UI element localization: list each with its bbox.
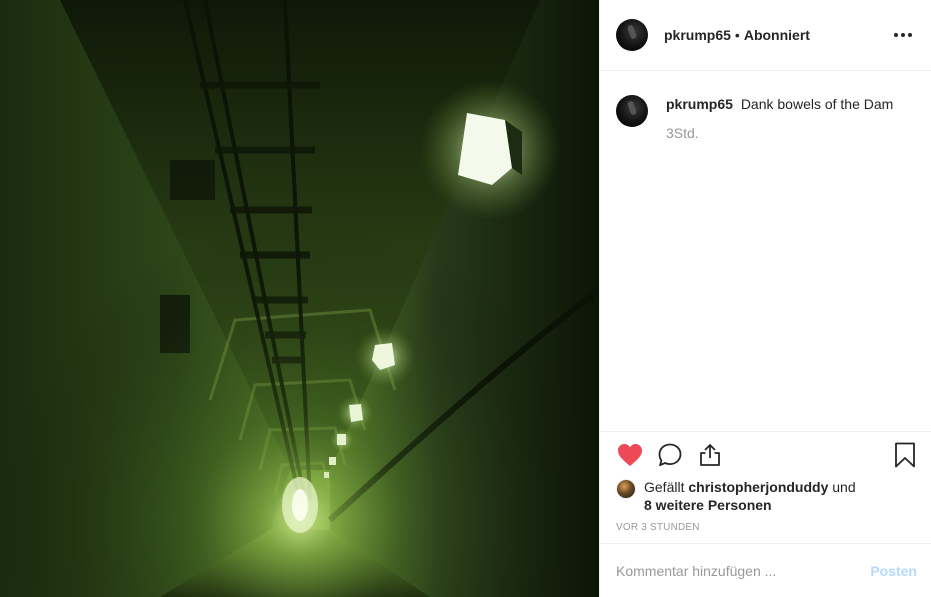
bookmark-icon[interactable] [891,441,919,469]
actions-section: Gefällt christopherjonduddy und 8 weiter… [600,431,931,543]
action-bar [600,432,931,478]
caption-text-line: pkrump65 Dank bowels of the Dam [666,95,893,113]
liker-avatar[interactable] [616,479,636,499]
share-icon[interactable] [696,441,724,469]
add-comment-bar: Posten [600,543,931,597]
caption-body: pkrump65 Dank bowels of the Dam 3Std. [666,87,893,141]
post-side-panel: pkrump65 • Abonniert pkrump65 Dank bowel… [599,0,931,597]
caption-text: Dank bowels of the Dam [740,96,894,112]
author-username[interactable]: pkrump65 [664,27,731,43]
comments-area: pkrump65 Dank bowels of the Dam 3Std. [600,71,931,431]
likes-summary: Gefällt christopherjonduddy und 8 weiter… [600,478,931,514]
caption: pkrump65 Dank bowels of the Dam 3Std. [616,87,915,141]
comment-icon[interactable] [656,441,684,469]
more-options-icon[interactable] [891,23,915,47]
caption-author-avatar[interactable] [616,95,648,127]
likes-connector: und [832,479,856,495]
follow-status-button[interactable]: Abonniert [744,27,810,43]
comment-input[interactable] [616,562,863,579]
liker-username[interactable]: christopherjonduddy [688,479,828,495]
author-line: pkrump65 • Abonniert [664,27,810,43]
heart-icon[interactable] [616,441,644,469]
post-age[interactable]: VOR 3 STUNDEN [600,514,931,543]
post-comment-button[interactable]: Posten [870,563,917,579]
likes-text: Gefällt christopherjonduddy und 8 weiter… [644,478,856,514]
separator-dot: • [734,27,740,43]
caption-username[interactable]: pkrump65 [666,96,733,112]
likes-others-link[interactable]: 8 weitere Personen [644,497,772,513]
caption-timestamp[interactable]: 3Std. [666,125,893,141]
author-avatar[interactable] [616,19,648,51]
likes-prefix: Gefällt [644,479,685,495]
post-header: pkrump65 • Abonniert [600,0,931,71]
tunnel-image [0,0,599,597]
post-photo[interactable] [0,0,599,597]
instagram-post-view: pkrump65 • Abonniert pkrump65 Dank bowel… [0,0,931,597]
